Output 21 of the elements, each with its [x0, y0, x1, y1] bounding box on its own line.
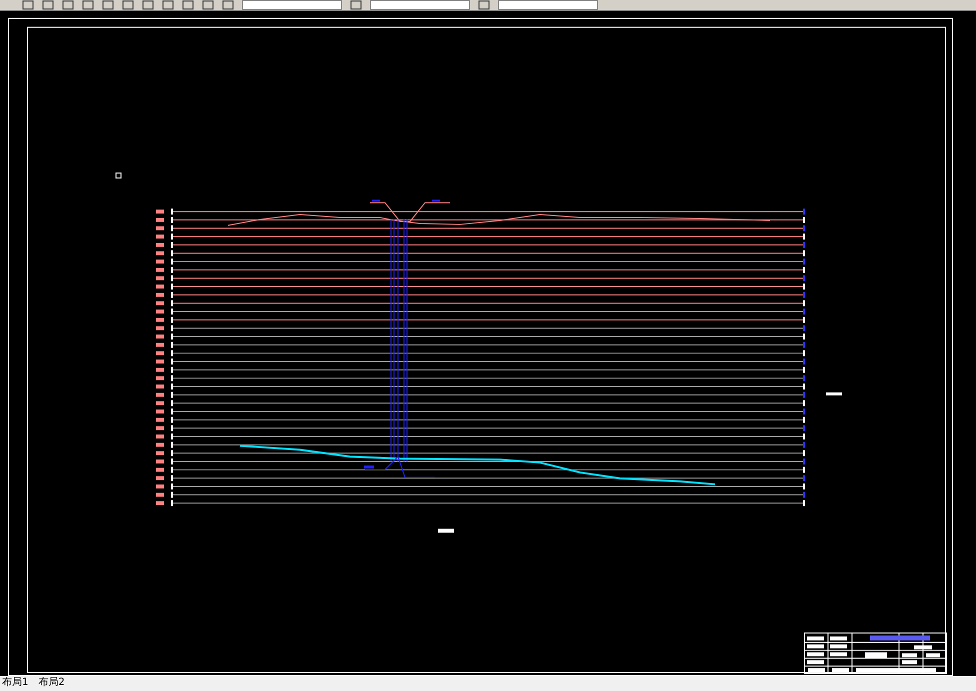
toolbar-icon[interactable] [122, 0, 134, 10]
toolbar-icon[interactable] [62, 0, 74, 10]
toolbar-icon[interactable] [162, 0, 174, 10]
dropdown-field[interactable] [242, 0, 342, 10]
toolbar-icon[interactable] [42, 0, 54, 10]
toolbar-icon[interactable] [22, 0, 34, 10]
dash-marker [438, 528, 454, 533]
dropdown-field[interactable] [370, 0, 470, 10]
toolbar-icon[interactable] [202, 0, 214, 10]
square-marker [116, 172, 122, 178]
layout-tab[interactable]: 布局2 [36, 676, 67, 691]
toolbar-icon[interactable] [102, 0, 114, 10]
dropdown-field[interactable] [498, 0, 598, 10]
toolbar-icon[interactable] [142, 0, 154, 10]
toolbar-icon[interactable] [478, 0, 490, 10]
layout-tab[interactable]: 布局1 [0, 676, 30, 691]
dash-marker [826, 392, 842, 396]
toolbar-icon[interactable] [182, 0, 194, 10]
toolbar-icon[interactable] [82, 0, 94, 10]
toolbar-icon[interactable] [222, 0, 234, 10]
toolbar-icon[interactable] [350, 0, 362, 10]
